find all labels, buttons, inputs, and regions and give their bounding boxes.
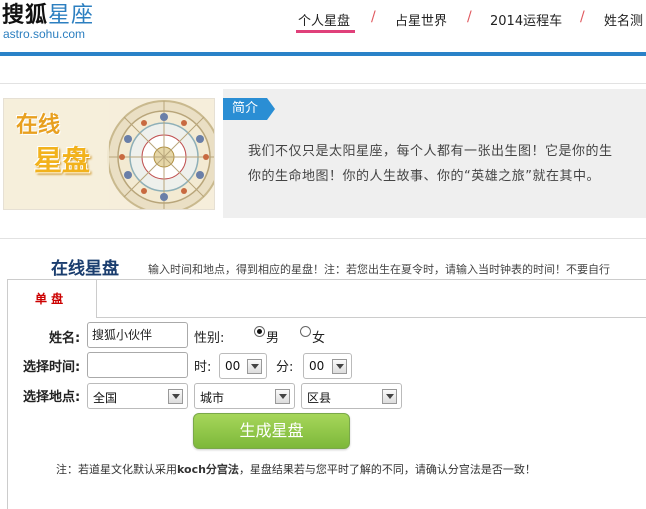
minute-select-value: 00 <box>309 359 325 373</box>
gender-male-label: 男 <box>266 331 280 346</box>
tab-single-chart[interactable]: 单 盘 <box>8 280 97 317</box>
time-label: 选择时间: <box>23 360 81 375</box>
nav-separator: / <box>371 9 376 25</box>
generate-chart-button[interactable]: 生成星盘 <box>193 413 350 449</box>
section-title: 在线星盘 <box>51 259 119 279</box>
divider <box>0 83 646 84</box>
logo-sub: 星座 <box>48 3 95 28</box>
district-select-value: 区县 <box>307 391 332 405</box>
nav-separator: / <box>580 9 585 25</box>
chevron-down-icon <box>275 389 290 404</box>
country-select-value: 全国 <box>93 391 118 405</box>
gender-female-label: 女 <box>312 331 326 346</box>
house-system-note: 注：若道星文化默认采用koch分宫法，星盘结果若与您平时了解的不同，请确认分宫法… <box>56 461 536 477</box>
section-description: 输入时间和地点，得到相应的星盘！注：若您出生在夏令时，请输入当时钟表的时间！不要… <box>148 263 610 276</box>
tab-divider <box>96 317 646 318</box>
gender-label: 性别: <box>194 331 225 346</box>
banner-text-online: 在线 <box>16 113 61 138</box>
banner-text-chart: 星盘 <box>34 144 91 177</box>
minute-label: 分: <box>276 360 294 375</box>
district-select[interactable]: 区县 <box>301 383 402 409</box>
hour-select-value: 00 <box>225 359 241 373</box>
city-select[interactable]: 城市 <box>194 383 295 409</box>
country-select[interactable]: 全国 <box>87 383 188 409</box>
header-accent-bar <box>0 52 646 56</box>
logo-main: 搜狐 <box>2 3 49 28</box>
site-logo[interactable]: 搜狐星座 <box>2 0 94 29</box>
nav-active-underline <box>296 30 355 33</box>
intro-tab: 简介 <box>223 98 267 120</box>
nav-personal-chart[interactable]: 个人星盘 <box>298 10 350 29</box>
chevron-down-icon <box>168 389 183 404</box>
intro-text-line-1: 我们不仅只是太阳星座，每个人都有一张出生图！它是你的生 <box>248 144 613 159</box>
intro-tab-arrow <box>267 98 275 120</box>
chevron-down-icon <box>247 359 262 374</box>
online-chart-banner-image: 在线 星盘 <box>3 98 215 210</box>
logo-url: astro.sohu.com <box>3 27 86 41</box>
name-input[interactable]: 搜狐小伙伴 <box>87 322 188 348</box>
note-suffix: ，星盘结果若与您平时了解的不同，请确认分宫法是否一致！ <box>238 463 536 476</box>
gender-female-radio[interactable] <box>300 326 311 337</box>
gender-male-radio[interactable] <box>254 326 265 337</box>
note-house-system: koch分宫法 <box>177 463 239 476</box>
note-prefix: 注：若道星文化默认采用 <box>56 463 177 476</box>
hour-select[interactable]: 00 <box>219 353 267 379</box>
nav-separator: / <box>467 9 472 25</box>
intro-text-line-2: 你的生命地图！你的人生故事、你的“英雄之旅”就在其中。 <box>248 169 600 184</box>
chevron-down-icon <box>382 389 397 404</box>
place-label: 选择地点: <box>23 390 81 405</box>
nav-name-test[interactable]: 姓名测 <box>604 10 643 29</box>
city-select-value: 城市 <box>200 391 225 405</box>
chevron-down-icon <box>332 359 347 374</box>
hour-label: 时: <box>194 360 212 375</box>
name-label: 姓名: <box>49 331 81 346</box>
nav-2014-fortune[interactable]: 2014运程车 <box>490 10 562 29</box>
divider <box>0 238 646 239</box>
minute-select[interactable]: 00 <box>303 353 352 379</box>
date-input[interactable] <box>87 352 188 378</box>
nav-astrology-world[interactable]: 占星世界 <box>395 10 447 29</box>
tab-single-label: 单 盘 <box>35 292 64 306</box>
